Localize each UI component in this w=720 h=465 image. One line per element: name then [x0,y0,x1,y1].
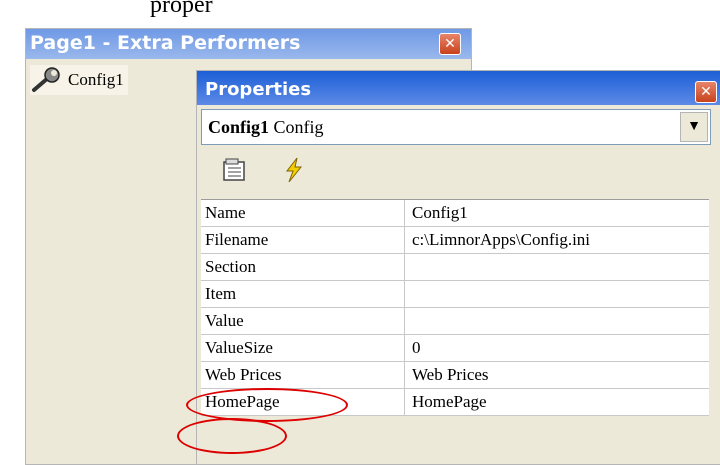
property-value[interactable]: Config1 [406,200,709,226]
property-value[interactable]: c:\LimnorApps\Config.ini [406,227,709,253]
property-name: Name [201,200,405,226]
table-row[interactable]: Filename c:\LimnorApps\Config.ini [201,227,709,254]
property-value[interactable] [406,308,709,334]
close-icon[interactable]: ✕ [695,81,717,103]
top-partial-text: proper [150,0,213,18]
list-item-config1[interactable]: Config1 [30,65,128,95]
table-row[interactable]: Item [201,281,709,308]
properties-toolbar [201,149,709,189]
property-value[interactable]: Web Prices [406,362,709,388]
property-grid: Name Config1 Filename c:\LimnorApps\Conf… [201,199,709,416]
properties-title: Properties [205,79,312,100]
table-row[interactable]: Web Prices Web Prices [201,362,709,389]
top-partial-text-area: proper [0,0,720,26]
highlight-circle-homepage [177,418,287,454]
selected-object-name: Config1 [208,117,270,137]
property-name: Filename [201,227,405,253]
property-name: Section [201,254,405,280]
table-row[interactable]: Value [201,308,709,335]
selected-object-type: Config [273,117,324,137]
events-lightning-icon[interactable] [279,155,309,185]
property-value[interactable] [406,254,709,280]
extra-performers-title-bar[interactable]: Page1 - Extra Performers ✕ [26,29,471,59]
table-row[interactable]: ValueSize 0 [201,335,709,362]
chevron-down-icon[interactable]: ▼ [680,112,708,142]
close-icon[interactable]: ✕ [439,33,461,55]
object-selector-text: Config1 Config [208,117,324,138]
properties-title-bar[interactable]: Properties ✕ [197,71,720,105]
property-name: Value [201,308,405,334]
list-item-label: Config1 [68,70,124,89]
properties-icon[interactable] [219,155,249,185]
property-value[interactable]: 0 [406,335,709,361]
property-name: Web Prices [201,362,405,388]
property-value[interactable] [406,281,709,307]
property-name: ValueSize [201,335,405,361]
table-row[interactable]: Section [201,254,709,281]
highlight-circle-web-prices [186,388,348,422]
object-selector-dropdown[interactable]: Config1 Config ▼ [201,109,711,145]
property-name: Item [201,281,405,307]
table-row[interactable]: Name Config1 [201,200,709,227]
property-value[interactable]: HomePage [406,389,709,415]
extra-performers-title: Page1 - Extra Performers [30,32,301,54]
wrench-icon [32,67,60,92]
